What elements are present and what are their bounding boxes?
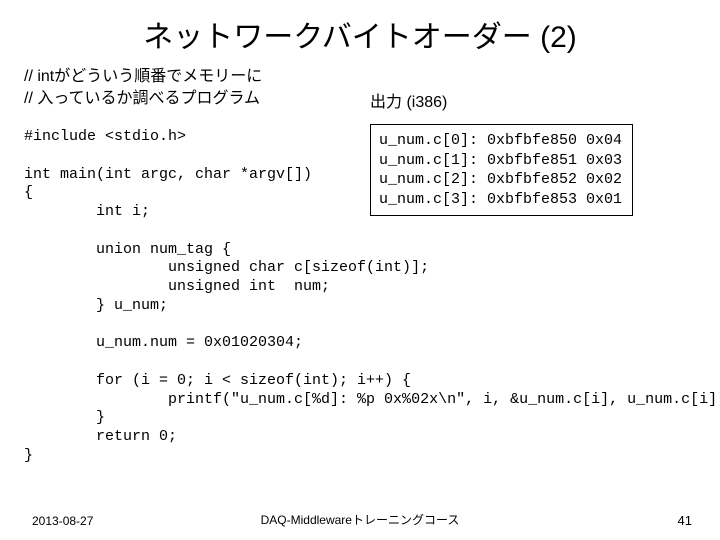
comment-line-2: // 入っているか調べるプログラム	[24, 88, 262, 110]
comment-line-1: // intがどういう順番でメモリーに	[24, 66, 262, 88]
slide-title: ネットワークバイトオーダー (2)	[0, 0, 720, 56]
page-number: 41	[678, 513, 692, 528]
source-code: #include <stdio.h> int main(int argc, ch…	[24, 128, 720, 466]
code-comment: // intがどういう順番でメモリーに // 入っているか調べるプログラム	[24, 66, 262, 109]
footer-course: DAQ-Middlewareトレーニングコース	[0, 511, 720, 528]
output-label: 出力 (i386)	[370, 88, 447, 112]
